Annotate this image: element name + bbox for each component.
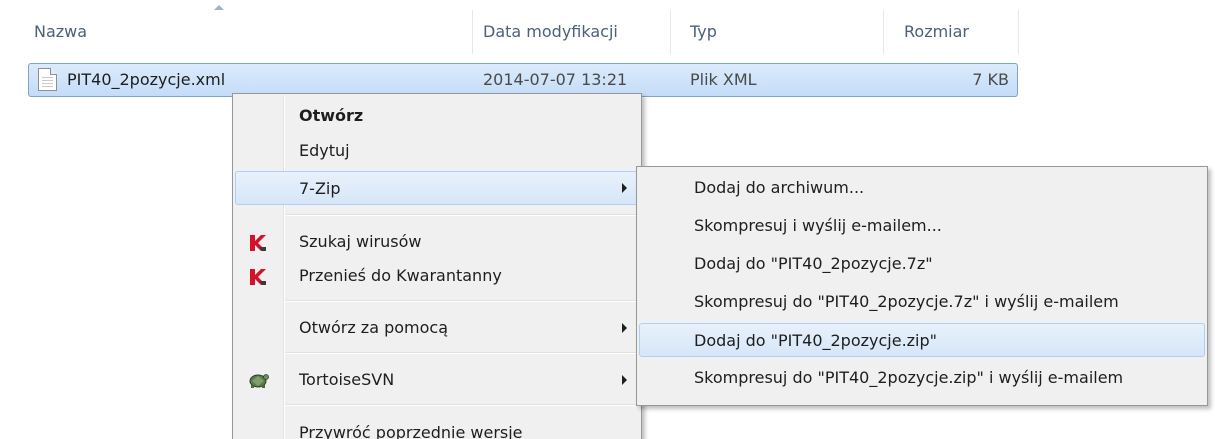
menu-item-edit[interactable]: Edytuj — [235, 134, 639, 168]
menu-item-label: Szukaj wirusów — [299, 232, 422, 251]
column-divider[interactable] — [670, 10, 671, 54]
menu-item-label: Otwórz — [299, 106, 364, 125]
menu-item-label: Skompresuj do "PIT40_2pozycje.7z" i wyśl… — [694, 292, 1119, 311]
menu-item-label: TortoiseSVN — [299, 370, 395, 389]
menu-separator — [285, 214, 637, 216]
menu-item-open-with[interactable]: Otwórz za pomocą — [235, 311, 639, 345]
menu-separator — [285, 404, 637, 406]
file-size: 7 KB — [972, 70, 1009, 89]
menu-item-scan-viruses[interactable]: Szukaj wirusów — [235, 225, 639, 259]
column-divider[interactable] — [472, 10, 473, 54]
context-menu: Otwórz Edytuj 7-Zip Szukaj wirusów Przen… — [232, 93, 642, 439]
column-divider[interactable] — [1018, 10, 1019, 54]
submenu-item-add-7z[interactable]: Dodaj do "PIT40_2pozycje.7z" — [639, 247, 1205, 281]
menu-item-label: Edytuj — [299, 141, 350, 160]
file-modified: 2014-07-07 13:21 — [483, 70, 628, 89]
menu-item-label: Skompresuj i wyślij e-mailem... — [694, 216, 942, 235]
submenu-item-compress-email[interactable]: Skompresuj i wyślij e-mailem... — [639, 209, 1205, 243]
submenu-arrow-icon — [622, 375, 627, 385]
menu-item-7zip[interactable]: 7-Zip — [235, 171, 639, 205]
menu-item-quarantine[interactable]: Przenieś do Kwarantanny — [235, 259, 639, 293]
submenu-item-compress-zip-email[interactable]: Skompresuj do "PIT40_2pozycje.zip" i wyś… — [639, 361, 1205, 395]
submenu-arrow-icon — [622, 183, 627, 193]
column-divider[interactable] — [883, 10, 884, 54]
menu-item-restore-versions[interactable]: Przywróć poprzednie wersje — [235, 416, 639, 439]
menu-item-label: Przenieś do Kwarantanny — [299, 266, 502, 285]
explorer-window: Nazwa Data modyfikacji Typ Rozmiar PIT40… — [0, 0, 1215, 439]
submenu-7zip: Dodaj do archiwum... Skompresuj i wyślij… — [636, 166, 1208, 406]
submenu-arrow-icon — [622, 323, 627, 333]
column-header-modified[interactable]: Data modyfikacji — [483, 17, 618, 47]
submenu-item-add-to-archive[interactable]: Dodaj do archiwum... — [639, 171, 1205, 205]
menu-item-label: Skompresuj do "PIT40_2pozycje.zip" i wyś… — [694, 368, 1124, 387]
file-type: Plik XML — [690, 70, 757, 89]
file-row-selected[interactable]: PIT40_2pozycje.xml 2014-07-07 13:21 Plik… — [28, 63, 1018, 97]
column-header-name[interactable]: Nazwa — [34, 17, 87, 47]
menu-item-label: Przywróć poprzednie wersje — [299, 423, 523, 439]
submenu-item-add-zip[interactable]: Dodaj do "PIT40_2pozycje.zip" — [639, 323, 1205, 357]
kaspersky-icon — [250, 269, 266, 285]
menu-item-label: 7-Zip — [299, 179, 341, 198]
menu-item-label: Dodaj do "PIT40_2pozycje.7z" — [694, 254, 933, 273]
column-header-type[interactable]: Typ — [690, 17, 717, 47]
menu-separator — [285, 300, 637, 302]
column-header: Nazwa Data modyfikacji Typ Rozmiar — [0, 0, 1215, 62]
tortoisesvn-icon — [249, 374, 269, 388]
menu-item-label: Dodaj do archiwum... — [694, 178, 865, 197]
menu-item-tortoisesvn[interactable]: TortoiseSVN — [235, 363, 639, 397]
menu-item-label: Otwórz za pomocą — [299, 318, 449, 337]
file-name: PIT40_2pozycje.xml — [67, 70, 226, 89]
xml-file-icon — [38, 68, 57, 91]
kaspersky-icon — [250, 235, 266, 251]
column-header-size[interactable]: Rozmiar — [904, 17, 969, 47]
menu-item-open[interactable]: Otwórz — [235, 99, 639, 133]
submenu-item-compress-7z-email[interactable]: Skompresuj do "PIT40_2pozycje.7z" i wyśl… — [639, 285, 1205, 319]
menu-separator — [285, 352, 637, 354]
sort-ascending-icon — [214, 5, 224, 10]
menu-item-label: Dodaj do "PIT40_2pozycje.zip" — [694, 331, 938, 350]
